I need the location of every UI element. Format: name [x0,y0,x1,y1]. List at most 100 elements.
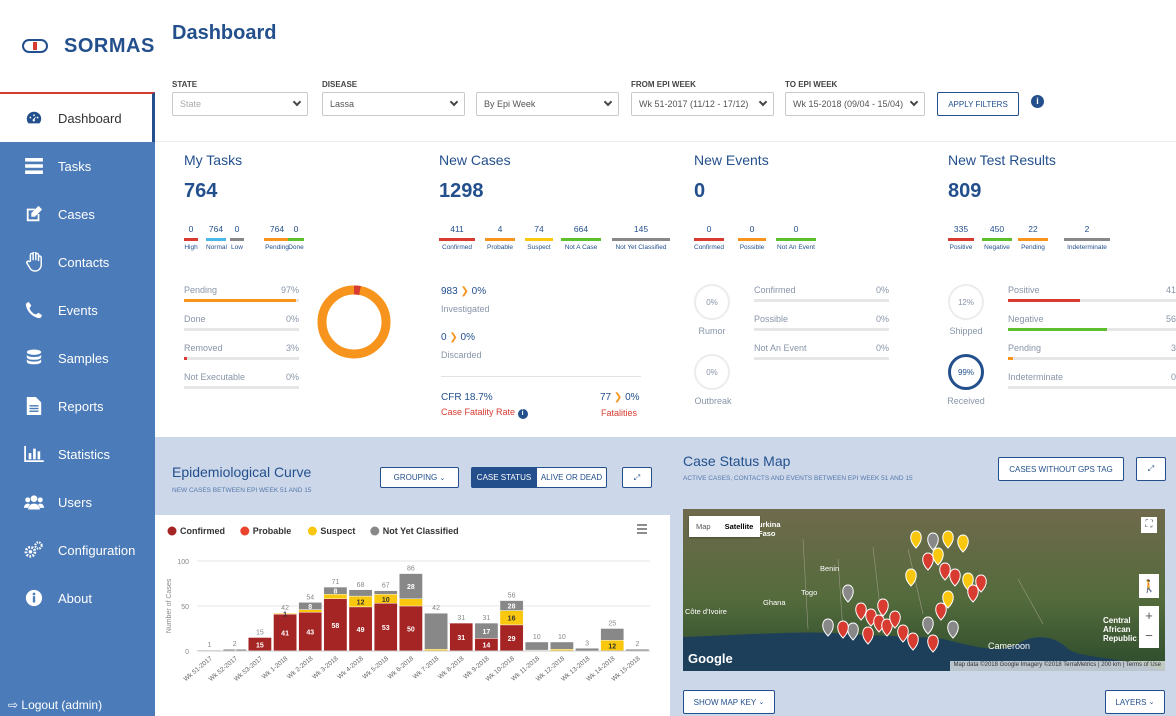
breakdown-value: 0 [293,224,299,234]
status-label: Confirmed [754,285,796,295]
filter-bar: STATE State DISEASE Lassa By Epi Week FR… [155,70,1176,142]
new-events-total: 0 [694,180,706,202]
pegman-icon[interactable]: 🚶 [1139,574,1159,598]
breakdown-value: 22 [1028,224,1038,234]
sidebar-item-label: Statistics [58,446,111,462]
sidebar-item-reports[interactable]: Reports [0,382,155,430]
expand-icon[interactable]: ⤢ [622,467,652,488]
x-tick-label: Wk 5-2018 [361,655,390,681]
sidebar-item-label: Samples [58,350,109,366]
sidebar-item-users[interactable]: Users [0,478,155,526]
status-pct: 97% [280,285,299,295]
zoom-out-button[interactable]: − [1139,626,1159,646]
apply-filters-button[interactable]: APPLY FILTERS [937,92,1019,116]
logout-link[interactable]: ⇨ Logout (admin) [8,698,102,712]
bar-data-label: 28 [407,584,415,591]
new-test-results-title: New Test Results [948,152,1056,168]
x-tick-label: Wk 3-2018 [311,655,340,681]
sidebar-item-cases[interactable]: Cases [0,190,155,238]
show-map-key-button[interactable]: SHOW MAP KEY ⌄ [683,690,775,714]
sidebar-item-configuration[interactable]: Configuration [0,526,155,574]
sidebar-item-contacts[interactable]: Contacts [0,238,155,286]
sidebar-item-dashboard[interactable]: Dashboard [0,92,155,142]
from-epi-week-select[interactable]: Wk 51-2017 (11/12 - 17/12) [631,92,774,116]
discarded-figure: 0 ❯ 0% [441,332,475,343]
sidebar-item-label: Events [58,302,98,318]
bar-total-label: 31 [457,615,465,622]
alive-or-dead-toggle[interactable]: ALIVE OR DEAD [536,467,607,488]
map-subtitle: ACTIVE CASES, CONTACTS AND EVENTS BETWEE… [683,475,913,482]
breakdown-label: Not Yet Classified [615,244,667,251]
status-row: Possible 0% [754,314,889,331]
map-place-label: Central African Republic [1103,616,1137,643]
bar-total-label: 56 [508,593,516,600]
x-tick-label: Wk 1-2018 [261,655,290,681]
breakdown-value: 0 [188,224,194,234]
breakdown-value: 335 [953,224,969,234]
breakdown-color-bar [184,238,198,241]
breakdown-item: 0 Low [230,224,244,251]
chart-menu-icon[interactable] [637,524,647,534]
bar-total-label: 1 [208,642,212,649]
epi-curve-subtitle: NEW CASES BETWEEN EPI WEEK 51 AND 15 [172,487,312,494]
to-epi-week-select[interactable]: Wk 15-2018 (09/04 - 15/04) [785,92,925,116]
sidebar-item-tasks[interactable]: Tasks [0,142,155,190]
investigated-figure: 983 ❯ 0% [441,286,486,297]
breakdown-color-bar [982,238,1012,241]
status-progress-track [754,357,889,360]
sidebar-item-statistics[interactable]: Statistics [0,430,155,478]
breakdown-value: 450 [989,224,1005,234]
bar-total-label: 31 [483,615,491,622]
disease-select[interactable]: Lassa [322,92,465,116]
breakdown-item: 0 Confirmed [694,224,724,251]
breakdown-label: Not An Event [777,244,815,251]
case-status-toggle[interactable]: CASE STATUS [471,467,537,488]
breakdown-value: 764 [269,224,285,234]
info-icon [24,589,44,607]
case-status-map[interactable]: Map Satellite urkina Faso Benin Togo Gha… [683,509,1165,671]
chevron-down-icon: ⌄ [439,474,446,482]
bar-data-label: 49 [357,627,365,634]
status-label: Pending [184,285,218,295]
bar-segment [550,641,574,650]
sidebar-item-samples[interactable]: Samples [0,334,155,382]
brand[interactable]: SORMAS [0,0,155,92]
info-icon[interactable]: i [517,409,528,419]
shipped-label: Shipped [949,326,983,336]
breakdown-label: Indeterminate [1067,244,1107,251]
sidebar-item-events[interactable]: Events [0,286,155,334]
legend-marker [167,526,177,536]
tasks-icon [24,157,44,175]
zoom-in-button[interactable]: + [1139,606,1159,626]
map-type-satellite[interactable]: Satellite [718,516,761,537]
x-tick-label: Wk 7-2018 [412,655,441,681]
breakdown-color-bar [948,238,974,241]
grouping-select[interactable]: By Epi Week [476,92,619,116]
cases-without-gps-button[interactable]: CASES WITHOUT GPS TAG [998,457,1124,481]
info-icon[interactable]: i [1031,95,1044,108]
bar-data-label: 8 [333,589,337,596]
breakdown-label: Not A Case [564,244,598,251]
state-select[interactable]: State [172,92,308,116]
breakdown-color-bar [206,238,226,241]
status-progress-fill [1008,299,1081,302]
map-type-map[interactable]: Map [689,516,718,537]
fullscreen-icon[interactable]: ⛶ [1141,517,1157,533]
show-map-key-label: SHOW MAP KEY [693,697,757,707]
arrow-right-icon: ❯ [460,286,469,297]
bar-segment [373,590,398,595]
received-circle: 99% [948,354,984,390]
breakdown-item: 450 Negative [982,224,1012,251]
x-tick-label: Wk 6-2018 [387,655,416,681]
breakdown-label: Negative [984,244,1010,251]
sidebar-item-about[interactable]: About [0,574,155,622]
breakdown-label: Probable [486,244,514,251]
status-label: Indeterminate [1008,372,1064,382]
expand-icon[interactable]: ⤢ [1136,457,1166,481]
bar-total-label: 71 [332,579,340,586]
layers-button[interactable]: LAYERS ⌄ [1105,690,1165,714]
new-cases-panel: New Cases 1298 411 Confirmed 4 Probable 74 Su… [439,152,679,432]
grouping-button[interactable]: GROUPING ⌄ [380,467,459,488]
bar-segment [424,612,448,650]
breakdown-color-bar [1064,238,1110,241]
